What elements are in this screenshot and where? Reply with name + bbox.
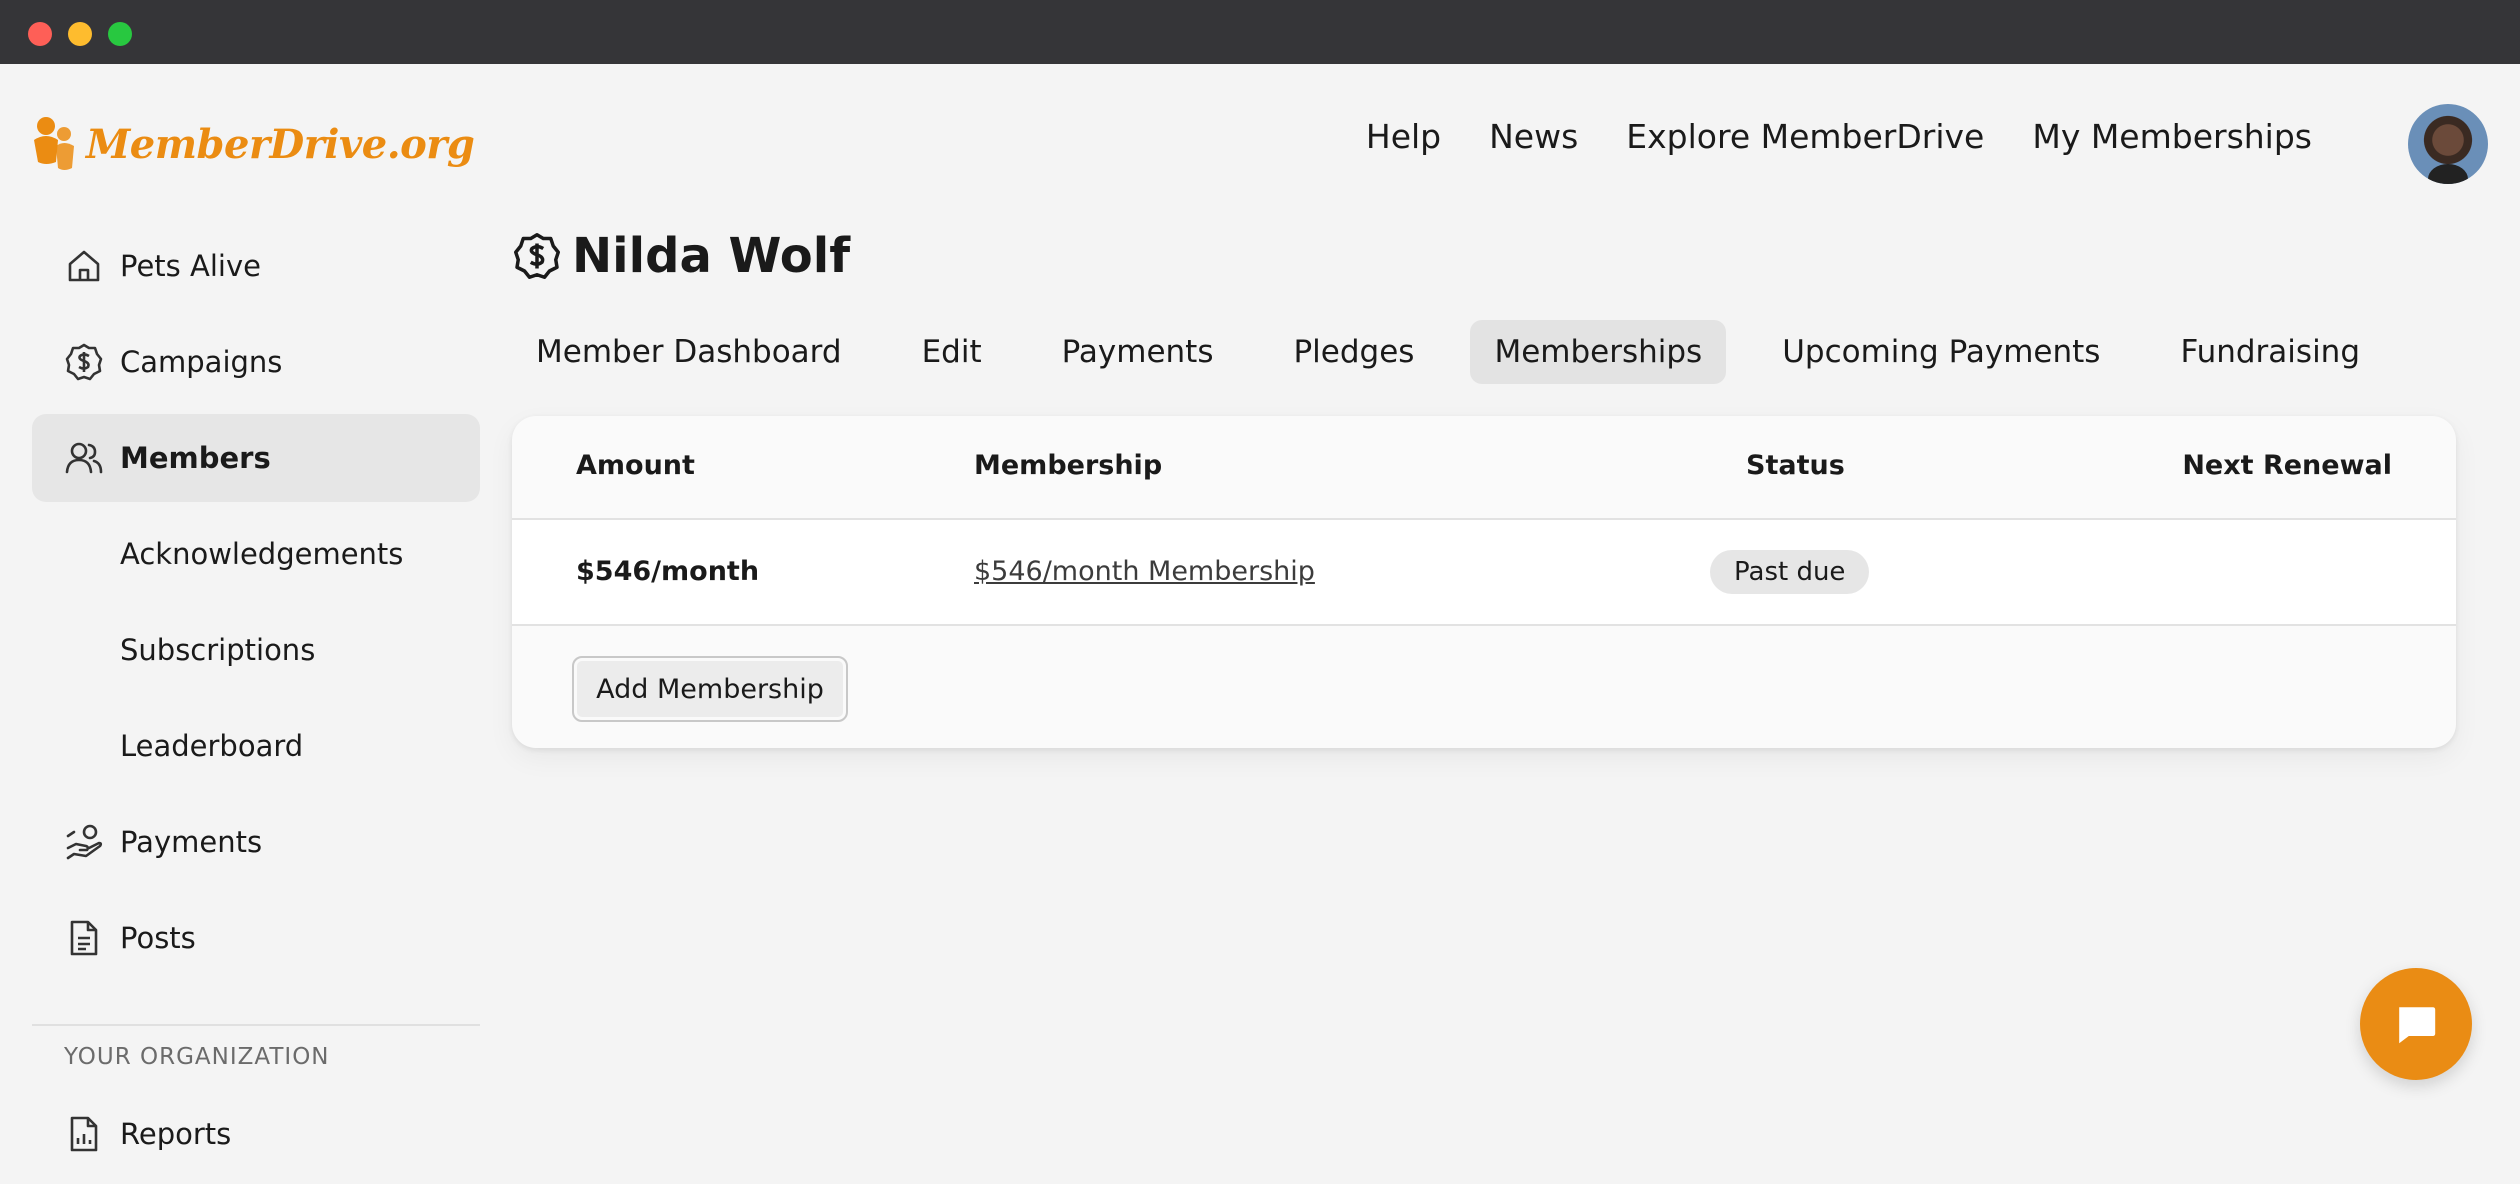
dollar-badge-icon — [65, 343, 103, 381]
maximize-window-button[interactable] — [108, 22, 132, 46]
people-logo-icon — [34, 117, 74, 170]
sidebar-item-label: Pets Alive — [120, 249, 261, 283]
memberships-card: Amount Membership Status Next Renewal $5… — [512, 416, 2456, 748]
home-icon — [68, 250, 100, 282]
sidebar-item-label: Leaderboard — [120, 729, 304, 763]
sidebar-item-campaigns[interactable]: Campaigns — [32, 318, 480, 406]
window-titlebar — [0, 0, 2520, 64]
nav-explore-memberdrive[interactable]: Explore MemberDrive — [1626, 117, 1984, 156]
member-tabs: Member Dashboard Edit Payments Pledges M… — [512, 320, 2416, 384]
sidebar-item-reports[interactable]: Reports — [32, 1090, 480, 1178]
amount-cell: $546/month — [576, 556, 760, 587]
nav-my-memberships[interactable]: My Memberships — [2032, 117, 2312, 156]
column-header-status: Status — [1746, 450, 1845, 481]
document-icon — [70, 920, 98, 956]
user-avatar[interactable] — [2408, 104, 2488, 184]
tab-payments[interactable]: Payments — [1038, 320, 1238, 384]
tab-upcoming-payments[interactable]: Upcoming Payments — [1758, 320, 2124, 384]
sidebar-item-payments[interactable]: Payments — [32, 798, 480, 886]
page-title: Nilda Wolf — [572, 228, 851, 284]
sidebar-item-label: Reports — [120, 1117, 232, 1151]
sidebar-item-label: Subscriptions — [120, 633, 316, 667]
nav-help[interactable]: Help — [1366, 117, 1441, 156]
tab-memberships[interactable]: Memberships — [1470, 320, 1727, 384]
report-icon — [70, 1116, 98, 1152]
status-badge: Past due — [1710, 550, 1870, 594]
sidebar-divider — [32, 1024, 480, 1026]
hand-money-icon — [66, 824, 103, 860]
add-membership-button[interactable]: Add Membership — [572, 656, 848, 722]
sidebar-item-members[interactable]: Members — [32, 414, 480, 502]
memberdrive-logo[interactable]: MemberDrive.org — [30, 112, 475, 176]
tab-edit[interactable]: Edit — [898, 320, 1006, 384]
sidebar-item-posts[interactable]: Posts — [32, 894, 480, 982]
column-header-membership: Membership — [974, 450, 1163, 481]
membership-link[interactable]: $546/month Membership — [974, 556, 1315, 587]
users-icon — [65, 442, 103, 474]
tab-pledges[interactable]: Pledges — [1269, 320, 1438, 384]
table-row: $546/month $546/month Membership Past du… — [512, 520, 2456, 626]
table-header: Amount Membership Status Next Renewal — [512, 416, 2456, 520]
sidebar-item-acknowledgements[interactable]: Acknowledgements — [32, 510, 480, 598]
minimize-window-button[interactable] — [68, 22, 92, 46]
tab-member-dashboard[interactable]: Member Dashboard — [512, 320, 866, 384]
tab-fundraising[interactable]: Fundraising — [2156, 320, 2384, 384]
sidebar-item-subscriptions[interactable]: Subscriptions — [32, 606, 480, 694]
top-navigation: Help News Explore MemberDrive My Members… — [1318, 110, 2312, 162]
column-header-amount: Amount — [576, 450, 695, 481]
sidebar-section-label: YOUR ORGANIZATION — [64, 1044, 330, 1070]
column-header-next-renewal: Next Renewal — [2182, 450, 2392, 481]
sidebar-item-label: Acknowledgements — [120, 537, 404, 571]
sidebar-item-label: Campaigns — [120, 345, 283, 379]
sidebar-item-label: Members — [120, 441, 271, 475]
sidebar-item-label: Posts — [120, 921, 196, 955]
sidebar-item-label: Payments — [120, 825, 263, 859]
page-header: Nilda Wolf — [512, 226, 850, 286]
chat-button[interactable] — [2360, 968, 2472, 1080]
nav-news[interactable]: News — [1489, 117, 1578, 156]
sidebar-item-leaderboard[interactable]: Leaderboard — [32, 702, 480, 790]
logo-text: MemberDrive.org — [86, 120, 475, 168]
sidebar-item-pets-alive[interactable]: Pets Alive — [32, 222, 480, 310]
close-window-button[interactable] — [28, 22, 52, 46]
dollar-badge-icon — [514, 233, 560, 279]
chat-icon — [2399, 1007, 2436, 1044]
